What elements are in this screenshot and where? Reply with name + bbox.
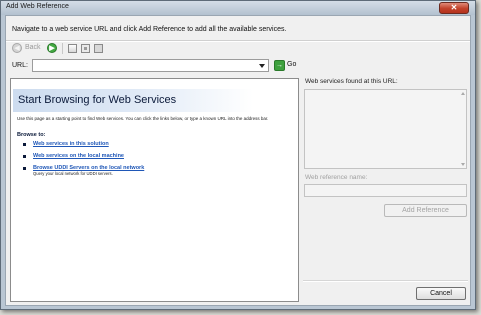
web-reference-name-label: Web reference name: [305, 174, 368, 181]
go-arrow-icon: → [274, 60, 285, 71]
footer-separator [303, 280, 468, 282]
browser-pane[interactable]: Start Browsing for Web Services Use this… [10, 78, 299, 302]
instruction-text: Navigate to a web service URL and click … [12, 26, 287, 33]
dialog-client-area: Navigate to a web service URL and click … [5, 15, 471, 306]
web-reference-name-field[interactable] [304, 184, 467, 197]
found-services-label: Web services found at this URL: [305, 78, 398, 85]
link-web-services-in-solution[interactable]: Web services in this solution [33, 141, 109, 147]
chevron-down-icon[interactable] [259, 64, 265, 68]
found-list-scrollbar[interactable] [459, 90, 466, 168]
uddi-description: Query your local network for UDDI server… [33, 171, 113, 176]
bullet-icon [23, 167, 26, 170]
found-services-list[interactable] [304, 89, 467, 169]
link-web-services-local-machine[interactable]: Web services on the local machine [33, 153, 124, 159]
back-label: Back [25, 44, 41, 51]
back-icon: ◀ [12, 43, 22, 53]
forward-icon[interactable]: ▶ [47, 43, 57, 53]
browser-intro-text: Use this page as a starting point to fin… [17, 116, 269, 121]
go-label: Go [287, 61, 297, 68]
bullet-icon [23, 155, 26, 158]
window-title: Add Web Reference [6, 3, 69, 10]
cancel-button[interactable]: Cancel [416, 287, 466, 300]
scroll-up-icon[interactable] [461, 92, 465, 95]
browser-banner: Start Browsing for Web Services [13, 89, 253, 112]
stop-icon[interactable] [81, 44, 90, 53]
browse-to-label: Browse to: [17, 132, 46, 138]
refresh-icon[interactable] [94, 44, 103, 53]
title-bar[interactable]: Add Web Reference ✕ [1, 1, 475, 15]
url-label: URL: [12, 62, 28, 69]
add-reference-button[interactable]: Add Reference [384, 204, 467, 217]
close-button[interactable]: ✕ [439, 2, 469, 14]
url-input[interactable] [34, 60, 258, 71]
close-icon: ✕ [450, 3, 458, 12]
toolbar-separator [62, 43, 63, 54]
header-separator [6, 40, 470, 42]
browser-title: Start Browsing for Web Services [18, 94, 177, 106]
home-icon[interactable] [68, 44, 77, 53]
bullet-icon [23, 143, 26, 146]
add-web-reference-dialog: Add Web Reference ✕ Navigate to a web se… [0, 0, 476, 310]
url-combobox[interactable] [32, 59, 269, 72]
scroll-down-icon[interactable] [461, 163, 465, 166]
